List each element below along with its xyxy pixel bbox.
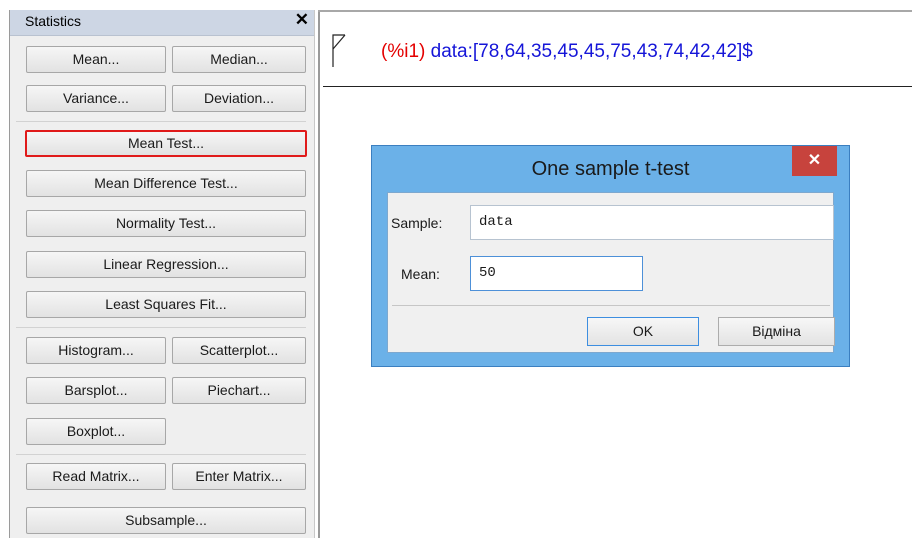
deviation-button[interactable]: Deviation... [172,85,306,112]
variance-button[interactable]: Variance... [26,85,166,112]
dialog-close-button[interactable]: ✕ [792,146,837,176]
panel-splitter[interactable] [318,10,320,538]
barsplot-button[interactable]: Barsplot... [26,377,166,404]
panel-title: Statistics [25,13,82,29]
ok-button[interactable]: OK [587,317,699,346]
divider [392,305,830,306]
linear-regression-button[interactable]: Linear Regression... [26,251,306,278]
dialog-title-bar[interactable]: One sample t-test ✕ [372,146,849,192]
input-prompt-label: (%i1) [381,41,426,62]
panel-title-bar: Statistics ✕ [10,10,314,36]
mean-input[interactable]: 50 [470,256,643,291]
boxplot-button[interactable]: Boxplot... [26,418,166,445]
sample-label: Sample: [391,215,443,231]
one-sample-t-test-dialog: One sample t-test ✕ Sample: data Mean: 5… [371,145,850,367]
divider [16,454,306,455]
mean-button[interactable]: Mean... [26,46,166,73]
input-expression[interactable]: data:[78,64,35,45,45,75,43,74,42,42]$ [431,41,753,62]
close-icon: ✕ [807,152,822,169]
dialog-title: One sample t-test [531,158,690,180]
histogram-button[interactable]: Histogram... [26,337,166,364]
statistics-panel: Statistics ✕ Mean... Median... Variance.… [9,10,315,538]
scatterplot-button[interactable]: Scatterplot... [172,337,306,364]
read-matrix-button[interactable]: Read Matrix... [26,463,166,490]
sample-input[interactable]: data [470,205,834,240]
cell-divider [323,86,912,87]
cancel-button[interactable]: Відміна [718,317,835,346]
cell-bracket-icon[interactable] [331,33,347,69]
mean-test-button[interactable]: Mean Test... [25,130,307,157]
dialog-body: Sample: data Mean: 50 OK Відміна [387,192,835,353]
mean-label: Mean: [401,266,440,282]
enter-matrix-button[interactable]: Enter Matrix... [172,463,306,490]
divider [16,327,306,328]
input-cell[interactable]: (%i1) data:[78,64,35,45,45,75,43,74,42,4… [381,41,753,63]
close-icon[interactable]: ✕ [295,10,309,30]
least-squares-fit-button[interactable]: Least Squares Fit... [26,291,306,318]
piechart-button[interactable]: Piechart... [172,377,306,404]
mean-difference-test-button[interactable]: Mean Difference Test... [26,170,306,197]
divider [16,121,306,122]
median-button[interactable]: Median... [172,46,306,73]
normality-test-button[interactable]: Normality Test... [26,210,306,237]
worksheet-top-border [318,10,912,12]
subsample-button[interactable]: Subsample... [26,507,306,534]
